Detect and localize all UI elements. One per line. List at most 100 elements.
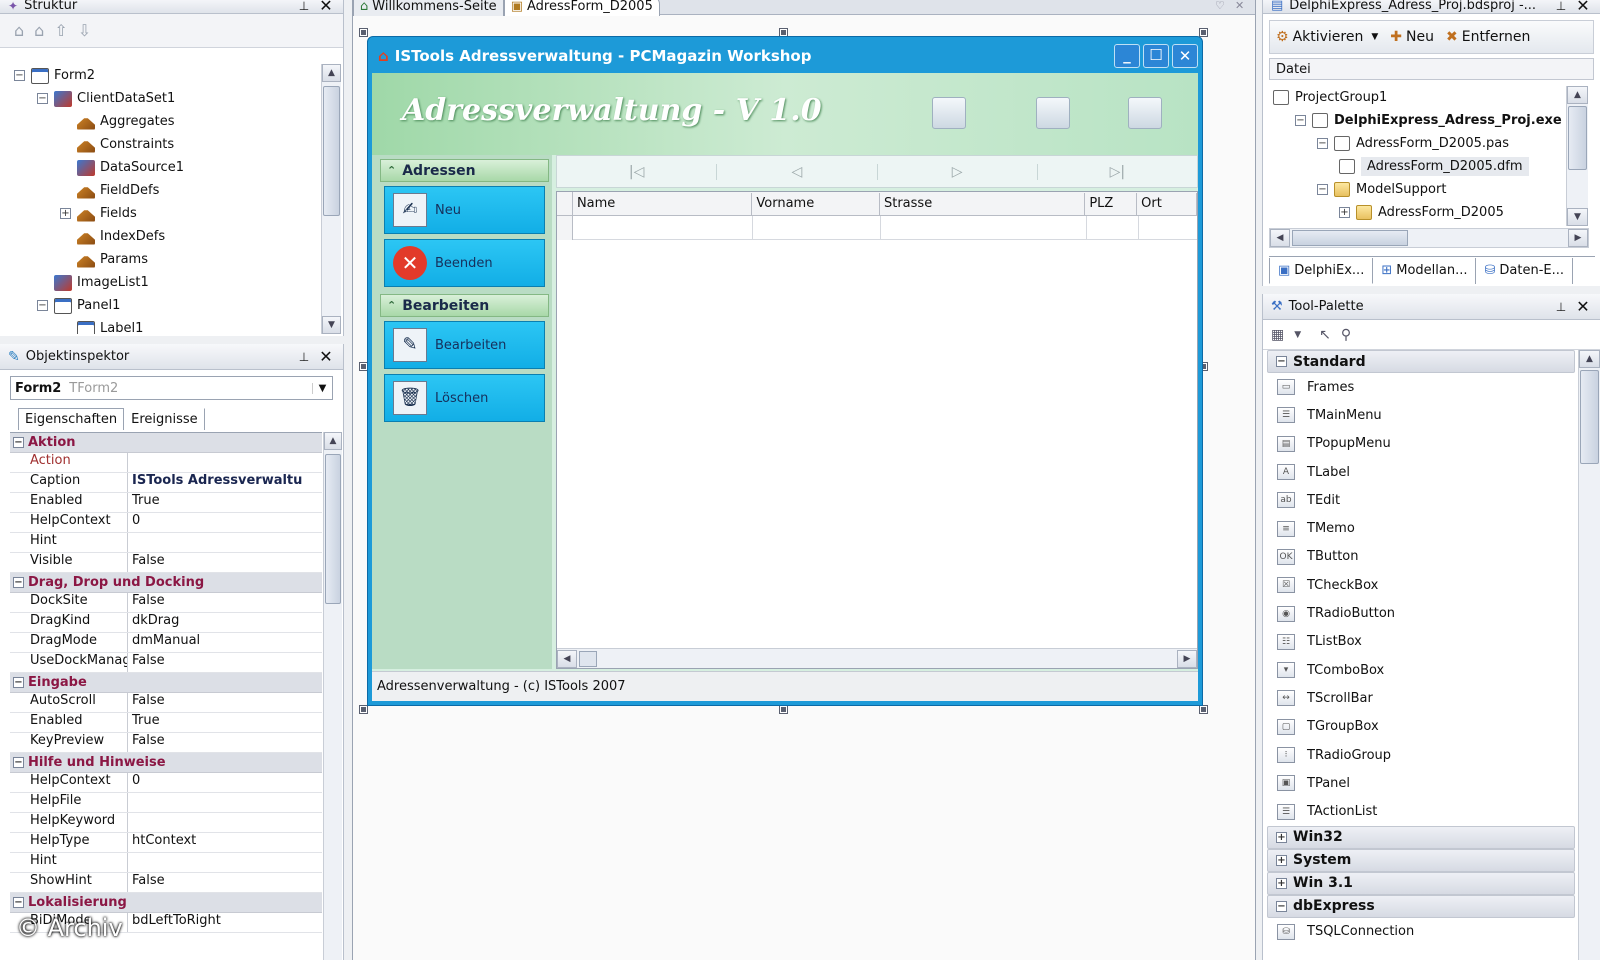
property-row[interactable]: ShowHint False [10, 873, 322, 893]
report-icon[interactable] [1128, 97, 1162, 129]
palette-item[interactable]: ⛁ TSQLConnection [1265, 918, 1577, 946]
scroll-right-icon[interactable]: ▶ [1177, 649, 1197, 668]
property-category[interactable]: − Eingabe [10, 673, 322, 693]
expand-icon[interactable]: + [1276, 877, 1287, 889]
property-value[interactable]: dkDrag [128, 613, 322, 632]
project-tab[interactable]: ⊞ Modellan... [1373, 257, 1477, 284]
project-scrollbar[interactable]: ▲ ▼ [1566, 86, 1588, 226]
tree-node[interactable]: − Panel1 [14, 294, 314, 317]
categories-icon[interactable]: ▦ [1271, 327, 1284, 343]
side-button[interactable]: 🗑 Löschen [384, 374, 545, 422]
scroll-up-icon[interactable]: ▲ [1579, 350, 1600, 368]
property-value[interactable]: False [128, 553, 322, 572]
selection-handle[interactable] [359, 705, 368, 714]
property-row[interactable]: Action [10, 453, 322, 473]
tab-list-icon[interactable]: ♡ [1215, 0, 1235, 12]
palette-item[interactable]: OK TButton [1265, 543, 1577, 571]
move-up-icon[interactable]: ⇧ [54, 21, 67, 40]
expander-icon[interactable]: + [60, 208, 71, 219]
palette-item[interactable]: ▾ TComboBox [1265, 656, 1577, 684]
tab-close-icon[interactable]: ✕ [1235, 0, 1255, 12]
palette-item[interactable]: ☰ TMainMenu [1265, 401, 1577, 429]
section-header[interactable]: ⌃ Bearbeiten [380, 294, 549, 317]
scroll-up-icon[interactable]: ▲ [324, 432, 342, 450]
palette-category[interactable]: − dbExpress [1267, 894, 1575, 918]
palette-item[interactable]: ▤ TPopupMenu [1265, 430, 1577, 458]
scroll-thumb[interactable] [1568, 106, 1587, 170]
scroll-thumb[interactable] [323, 86, 340, 216]
property-row[interactable]: Visible False [10, 553, 322, 573]
property-row[interactable]: Hint [10, 853, 322, 873]
palette-item[interactable]: ▭ Frames [1265, 373, 1577, 401]
chevron-down-icon[interactable]: ▼ [1371, 32, 1378, 42]
side-button[interactable]: ✍ Neu [384, 186, 545, 234]
property-value[interactable] [128, 453, 322, 472]
maximize-icon[interactable]: ☐ [1143, 44, 1169, 68]
expander-icon[interactable]: − [14, 70, 25, 81]
property-row[interactable]: AutoScroll False [10, 693, 322, 713]
property-value[interactable]: dmManual [128, 633, 322, 652]
nav-prior-icon[interactable]: ◁ [717, 163, 878, 180]
property-row[interactable]: HelpKeyword [10, 813, 322, 833]
chevron-down-icon[interactable]: ▼ [312, 382, 332, 394]
expander-icon[interactable]: + [1339, 207, 1350, 218]
palette-category[interactable]: − Standard [1267, 350, 1575, 373]
expand-icon[interactable]: + [1276, 831, 1287, 843]
close-icon[interactable]: ✕ [1574, 297, 1592, 316]
collapse-icon[interactable]: − [13, 437, 24, 448]
project-node[interactable]: + AdressForm_D2005 [1269, 201, 1565, 224]
palette-item[interactable]: A TLabel [1265, 458, 1577, 486]
project-tab[interactable]: ▣ DelphiEx... [1269, 257, 1374, 284]
expander-icon[interactable]: − [1295, 115, 1306, 126]
collapse-icon[interactable]: − [13, 677, 24, 688]
palette-item[interactable]: ▢ TGroupBox [1265, 713, 1577, 741]
property-value[interactable]: ISTools Adressverwaltu [128, 473, 322, 492]
property-category[interactable]: − Lokalisierung [10, 893, 322, 913]
property-value[interactable]: False [128, 733, 322, 752]
selection-handle[interactable] [779, 705, 788, 714]
selection-handle[interactable] [359, 362, 368, 371]
palette-item[interactable]: ◉ TRadioButton [1265, 599, 1577, 627]
scroll-left-icon[interactable]: ◀ [557, 649, 577, 668]
expander-icon[interactable]: − [1317, 184, 1328, 195]
column-header[interactable]: PLZ [1085, 192, 1138, 215]
scroll-left-icon[interactable]: ◀ [1270, 229, 1290, 247]
property-row[interactable]: Enabled True [10, 493, 322, 513]
selection-handle[interactable] [359, 28, 368, 37]
section-header[interactable]: ⌃ Adressen [380, 159, 549, 182]
move-down-icon[interactable]: ⇩ [78, 21, 91, 40]
collapse-icon[interactable]: − [13, 897, 24, 908]
property-row[interactable]: DragKind dkDrag [10, 613, 322, 633]
scroll-thumb[interactable] [579, 650, 597, 667]
property-value[interactable]: False [128, 653, 322, 672]
expander-icon[interactable]: − [1317, 138, 1328, 149]
close-icon[interactable]: ✕ [317, 0, 335, 15]
new-button[interactable]: ✚ Neu [1390, 29, 1434, 45]
property-value[interactable]: False [128, 693, 322, 712]
property-value[interactable]: False [128, 593, 322, 612]
project-hscrollbar[interactable]: ◀ ▶ [1269, 228, 1589, 248]
tab-properties[interactable]: Eigenschaften [18, 408, 125, 430]
property-value[interactable]: True [128, 493, 322, 512]
selection-handle[interactable] [779, 28, 788, 37]
scroll-thumb[interactable] [1580, 370, 1599, 464]
collapse-icon[interactable]: − [13, 577, 24, 588]
property-row[interactable]: HelpContext 0 [10, 513, 322, 533]
tree-node[interactable]: IndexDefs [14, 225, 314, 248]
tree-node[interactable]: FieldDefs [14, 179, 314, 202]
property-category[interactable]: − Aktion [10, 433, 322, 453]
chevron-down-icon[interactable]: ▼ [1294, 330, 1301, 340]
tree-node[interactable]: + Fields [14, 202, 314, 225]
palette-category[interactable]: + Win32 [1267, 825, 1575, 849]
property-row[interactable]: HelpFile [10, 793, 322, 813]
project-node[interactable]: AdressForm_D2005.dfm [1269, 155, 1565, 178]
pin-icon[interactable]: ⊥ [1554, 300, 1568, 314]
filter-icon[interactable]: ⚲ [1341, 327, 1351, 343]
scroll-down-icon[interactable]: ▼ [1567, 208, 1588, 226]
inspector-scrollbar[interactable]: ▲ [323, 432, 342, 960]
palette-category[interactable]: + System [1267, 848, 1575, 872]
property-value[interactable] [128, 793, 322, 812]
collapse-icon[interactable]: ⌃ [387, 299, 396, 312]
add-node-icon[interactable]: ⌂ [14, 21, 24, 40]
pin-icon[interactable]: ⊥ [297, 350, 311, 364]
